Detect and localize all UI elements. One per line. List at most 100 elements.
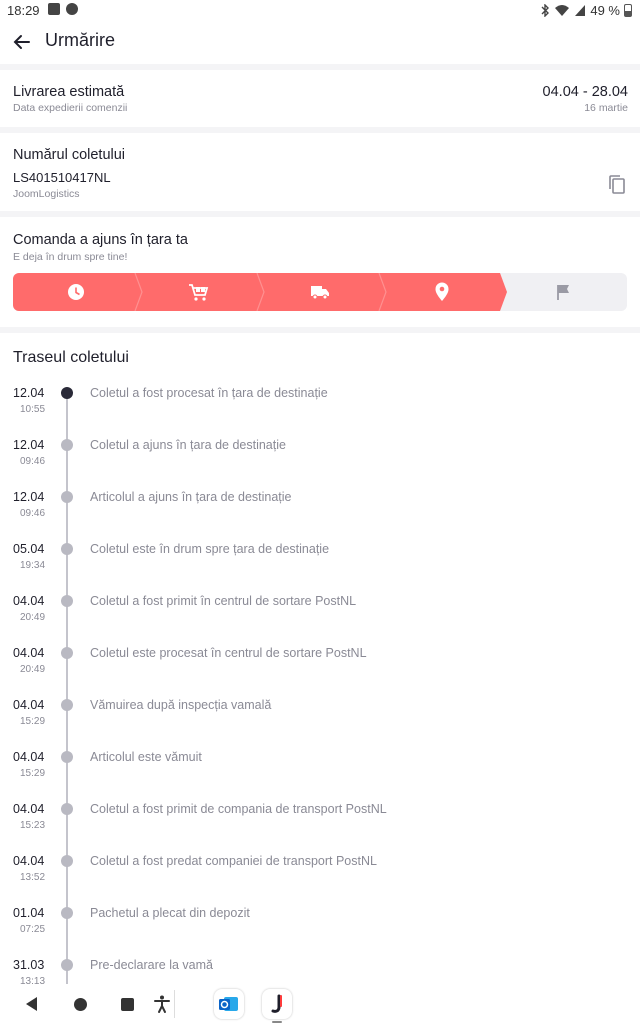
event-date: 04.04 bbox=[13, 698, 45, 712]
clock-icon bbox=[68, 284, 84, 300]
order-ship-date-label: Data expedierii comenzii bbox=[13, 102, 128, 114]
event-description: Coletul a fost predat companiei de trans… bbox=[90, 854, 377, 868]
timeline-event: 04.04 20:49 Coletul a fost primit în cen… bbox=[0, 594, 640, 634]
system-nav-bar bbox=[0, 984, 640, 1024]
event-time: 10:55 bbox=[20, 404, 46, 415]
event-time: 20:49 bbox=[20, 664, 46, 675]
event-time: 09:46 bbox=[20, 508, 46, 519]
bluetooth-icon bbox=[541, 4, 550, 17]
event-date: 04.04 bbox=[13, 750, 45, 764]
copy-icon bbox=[609, 175, 625, 194]
event-date: 04.04 bbox=[13, 646, 45, 660]
event-time: 09:46 bbox=[20, 456, 46, 467]
timeline-event: 04.04 15:29 Vămuirea după inspecția vama… bbox=[0, 698, 640, 738]
recents-nav-icon[interactable] bbox=[121, 998, 134, 1011]
event-date: 12.04 bbox=[13, 490, 45, 504]
status-notification-icons bbox=[48, 3, 78, 15]
outlook-logo bbox=[219, 997, 238, 1011]
arrow-left-icon bbox=[13, 35, 30, 49]
estimated-delivery-card: Livrarea estimată Data expedierii comenz… bbox=[0, 70, 640, 127]
wifi-icon bbox=[555, 5, 570, 16]
event-time: 07:25 bbox=[20, 924, 46, 935]
event-dot bbox=[61, 439, 73, 451]
event-time: 15:23 bbox=[20, 820, 46, 831]
event-description: Coletul a fost primit în centrul de sort… bbox=[90, 594, 357, 608]
event-description: Pre-declarare la vamă bbox=[90, 958, 213, 972]
page-title: Urmărire bbox=[45, 30, 115, 50]
event-description: Coletul este în drum spre țara de destin… bbox=[90, 542, 330, 556]
carrier-name: JoomLogistics bbox=[13, 188, 80, 200]
status-bar: 18:29 49 % bbox=[0, 0, 640, 20]
signal-icon bbox=[575, 5, 586, 16]
back-nav-icon[interactable] bbox=[26, 997, 37, 1011]
parcel-route-card: Traseul coletului 12.04 10:55 Coletul a … bbox=[0, 333, 640, 1024]
timeline-event: 12.04 09:46 Articolul a ajuns în țara de… bbox=[0, 490, 640, 530]
timeline-event: 12.04 09:46 Coletul a ajuns în țara de d… bbox=[0, 438, 640, 478]
back-button[interactable] bbox=[10, 30, 36, 54]
order-status-subtitle: E deja în drum spre tine! bbox=[13, 251, 128, 263]
event-dot bbox=[61, 855, 73, 867]
event-dot bbox=[61, 803, 73, 815]
copy-tracking-button[interactable] bbox=[607, 174, 627, 196]
timeline-event: 05.04 19:34 Coletul este în drum spre ța… bbox=[0, 542, 640, 582]
event-dot bbox=[61, 647, 73, 659]
event-dot bbox=[61, 699, 73, 711]
accessibility-icon[interactable] bbox=[152, 994, 172, 1014]
event-dot bbox=[61, 595, 73, 607]
event-description: Vămuirea după inspecția vamală bbox=[90, 698, 272, 712]
event-dot bbox=[61, 907, 73, 919]
parcel-number-card: Numărul coletului LS401510417NL JoomLogi… bbox=[0, 133, 640, 211]
event-date: 12.04 bbox=[13, 438, 45, 452]
notification-app-icon bbox=[48, 3, 60, 15]
timeline-event: 04.04 13:52 Coletul a fost predat compan… bbox=[0, 854, 640, 894]
joom-logo bbox=[271, 994, 282, 1013]
timeline-event: 12.04 10:55 Coletul a fost procesat în ț… bbox=[0, 386, 640, 426]
event-date: 31.03 bbox=[13, 958, 45, 972]
event-date: 04.04 bbox=[13, 594, 45, 608]
accessibility-figure bbox=[154, 995, 170, 1013]
delivery-range: 04.04 - 28.04 bbox=[542, 84, 628, 100]
event-description: Coletul a fost procesat în țara de desti… bbox=[90, 386, 328, 400]
home-nav-icon[interactable] bbox=[74, 998, 87, 1011]
event-date: 05.04 bbox=[13, 542, 45, 556]
nav-divider bbox=[174, 990, 175, 1018]
event-time: 13:52 bbox=[20, 872, 46, 883]
status-time: 18:29 bbox=[7, 3, 40, 18]
stepper-fill bbox=[13, 273, 507, 311]
event-dot bbox=[61, 491, 73, 503]
timeline-event: 01.04 07:25 Pachetul a plecat din depozi… bbox=[0, 906, 640, 946]
event-dot bbox=[61, 751, 73, 763]
progress-stepper bbox=[13, 273, 627, 311]
event-date: 01.04 bbox=[13, 906, 45, 920]
event-time: 19:34 bbox=[20, 560, 46, 571]
timeline-event: 04.04 15:23 Coletul a fost primit de com… bbox=[0, 802, 640, 842]
event-description: Coletul a ajuns în țara de destinație bbox=[90, 438, 286, 452]
estimated-delivery-title: Livrarea estimată bbox=[13, 84, 125, 100]
event-description: Coletul a fost primit de compania de tra… bbox=[90, 802, 387, 816]
event-description: Coletul este procesat în centrul de sort… bbox=[90, 646, 367, 660]
event-dot bbox=[61, 543, 73, 555]
timeline-event: 04.04 20:49 Coletul este procesat în cen… bbox=[0, 646, 640, 686]
app-bar: Urmărire bbox=[0, 20, 640, 64]
order-status-title: Comanda a ajuns în țara ta bbox=[13, 232, 188, 248]
parcel-route-title: Traseul coletului bbox=[13, 349, 129, 366]
order-ship-date: 16 martie bbox=[584, 102, 628, 114]
battery-icon bbox=[624, 4, 632, 17]
active-app-indicator bbox=[272, 1021, 282, 1023]
event-date: 12.04 bbox=[13, 386, 45, 400]
order-status-card: Comanda a ajuns în țara ta E deja în dru… bbox=[0, 217, 640, 327]
event-time: 20:49 bbox=[20, 612, 46, 623]
outlook-app-icon[interactable] bbox=[214, 989, 244, 1019]
event-dot bbox=[61, 387, 73, 399]
timeline-event: 04.04 15:29 Articolul este vămuit bbox=[0, 750, 640, 790]
tracking-number: LS401510417NL bbox=[13, 170, 111, 185]
event-dot bbox=[61, 959, 73, 971]
event-description: Pachetul a plecat din depozit bbox=[90, 906, 250, 920]
event-description: Articolul este vămuit bbox=[90, 750, 202, 764]
event-date: 04.04 bbox=[13, 802, 45, 816]
notification-app-icon bbox=[66, 3, 78, 15]
parcel-number-title: Numărul coletului bbox=[13, 147, 126, 163]
event-description: Articolul a ajuns în țara de destinație bbox=[90, 490, 292, 504]
joom-app-icon[interactable] bbox=[262, 989, 292, 1019]
event-date: 04.04 bbox=[13, 854, 45, 868]
